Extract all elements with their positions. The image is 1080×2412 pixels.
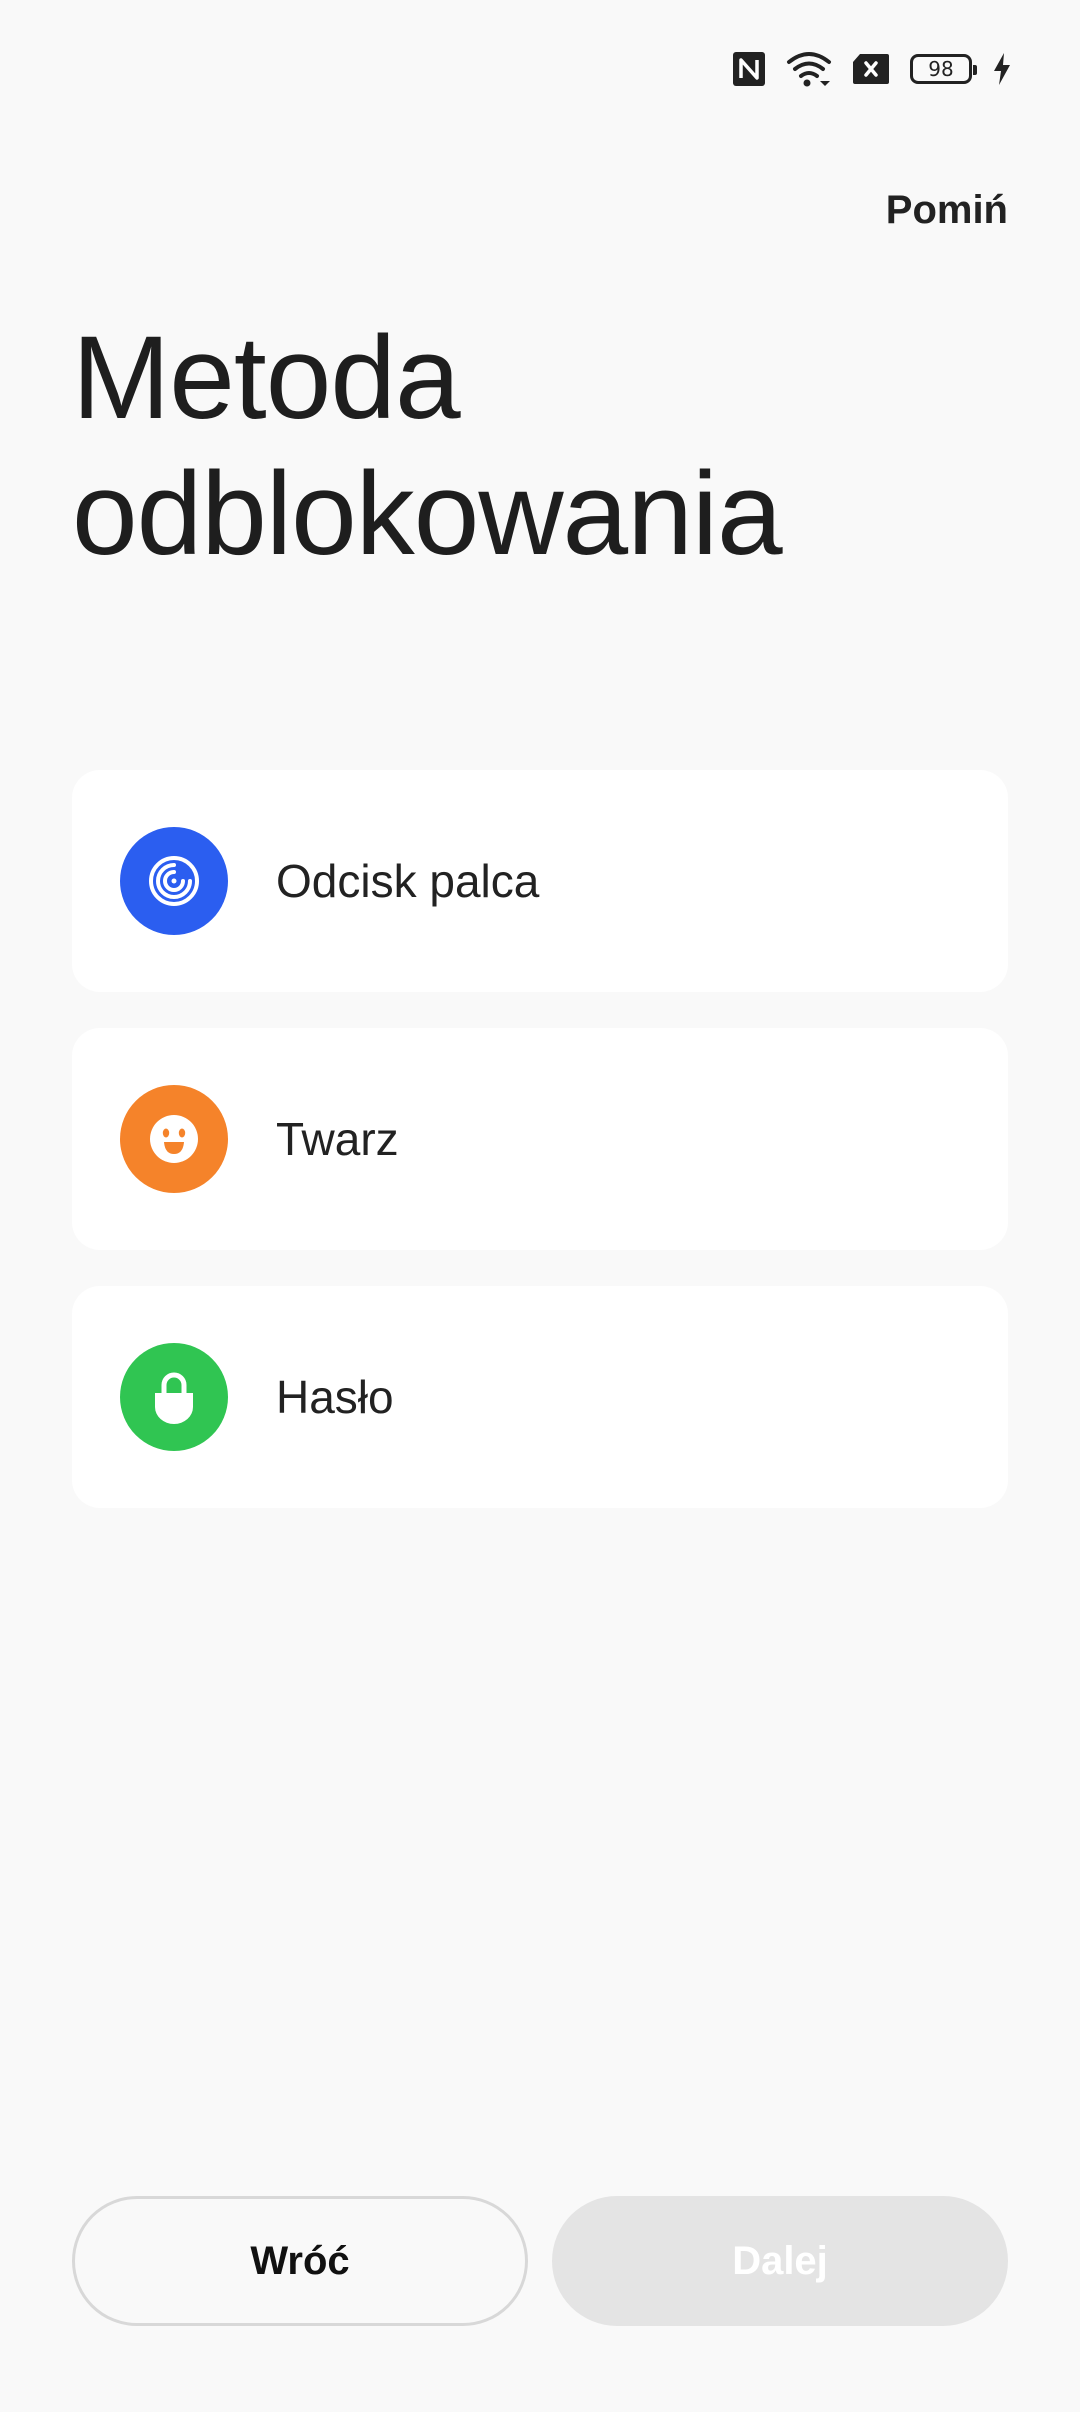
status-bar: 98 — [732, 44, 1012, 94]
skip-button[interactable]: Pomiń — [886, 188, 1008, 233]
option-label: Twarz — [276, 1113, 399, 1165]
back-button[interactable]: Wróć — [72, 2196, 528, 2326]
battery-level: 98 — [910, 54, 977, 84]
page-title: Metoda odblokowania — [72, 312, 783, 580]
fingerprint-icon — [120, 827, 228, 935]
option-face[interactable]: Twarz — [72, 1028, 1008, 1250]
option-fingerprint[interactable]: Odcisk palca — [72, 770, 1008, 992]
wifi-icon — [786, 50, 832, 88]
lock-icon — [120, 1343, 228, 1451]
option-label: Hasło — [276, 1371, 394, 1423]
next-button[interactable]: Dalej — [552, 2196, 1008, 2326]
nfc-icon — [732, 51, 766, 87]
battery-icon: 98 — [910, 54, 977, 84]
no-sim-icon — [852, 53, 890, 85]
charging-icon — [992, 52, 1012, 86]
unlock-method-list: Odcisk palca Twarz Hasło — [72, 770, 1008, 1544]
face-icon — [120, 1085, 228, 1193]
option-label: Odcisk palca — [276, 855, 540, 907]
bottom-bar: Wróć Dalej — [72, 2196, 1008, 2326]
option-password[interactable]: Hasło — [72, 1286, 1008, 1508]
